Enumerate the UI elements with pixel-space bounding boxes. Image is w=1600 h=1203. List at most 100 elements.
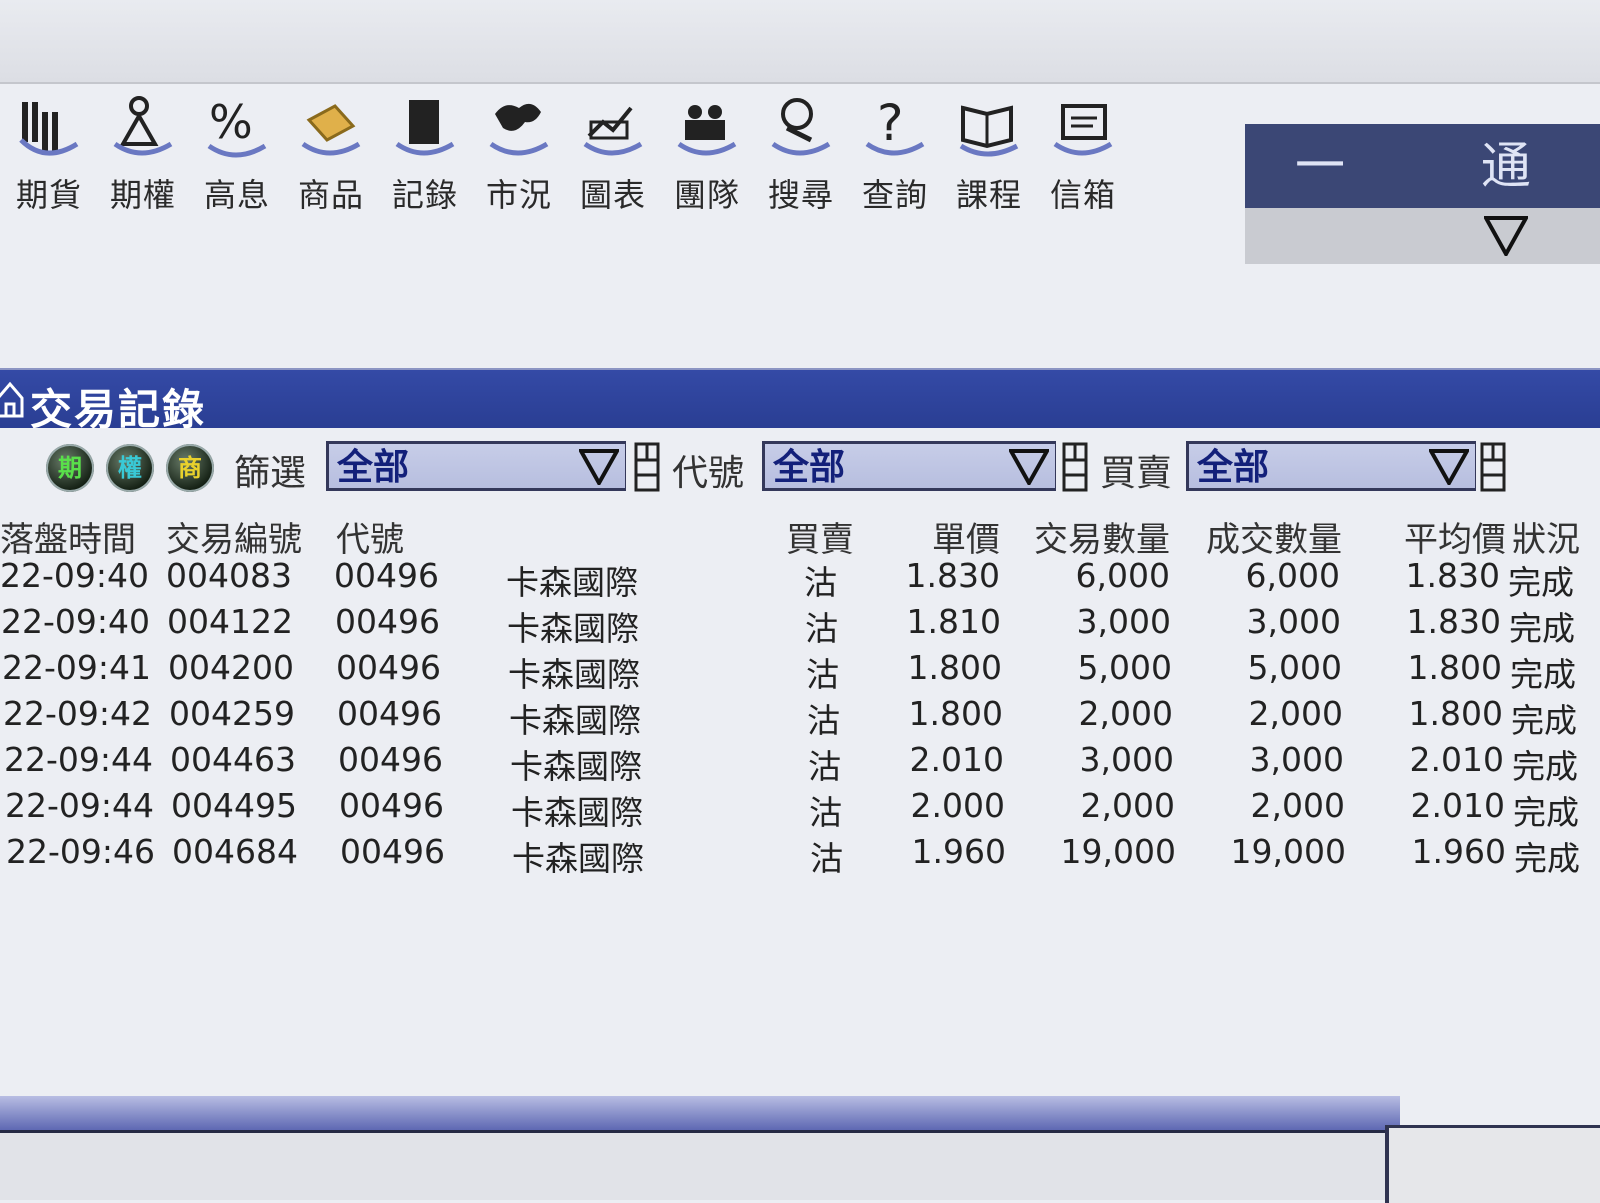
table-row[interactable]: 22-09:42 004259 00496 卡森國際 沽 1.800 2,000 2,000 1… [0,694,1600,740]
side-options-icon[interactable] [1480,442,1506,492]
code-select[interactable]: 全部 [762,441,1056,491]
chart-icon [583,106,643,156]
toolbar-button-label: 市況 [485,176,552,214]
window-top-strip [0,0,1600,84]
options-icon [113,96,173,156]
cell-name: 卡森國際 [507,609,639,648]
cell-status: 完成 [1509,609,1575,648]
query-icon: ? [865,94,925,156]
header-side[interactable]: 買賣 [786,512,854,561]
header-time[interactable]: 落盤時間 [0,512,136,561]
bottom-panel [0,1133,1600,1200]
cell-avg: 1.830 [1406,602,1501,641]
header-qty[interactable]: 交易數量 [1034,512,1170,561]
cell-price: 1.810 [906,602,1001,641]
cell-side: 沽 [806,655,839,694]
options-filter-button[interactable]: 權 [106,444,154,492]
cell-name: 卡森國際 [509,701,641,740]
dropdown-arrow-icon[interactable] [1484,216,1528,256]
mailbox-icon [1053,104,1113,156]
svg-text:%: % [209,95,253,149]
cell-side: 沽 [804,563,837,602]
toolbar-button-futures[interactable]: 期貨 [4,92,94,222]
toolbar-button-records[interactable]: 記錄 [380,92,470,222]
cell-qty: 3,000 [1079,740,1174,779]
table-row[interactable]: 22-09:44 004495 00496 卡森國際 沽 2.000 2,000 2,000 2… [0,786,1600,832]
toolbar-button-mailbox[interactable]: 信箱 [1038,92,1128,222]
header-status[interactable]: 狀況 [1512,512,1580,561]
records-icon [395,100,455,156]
filter-options-icon[interactable] [634,442,660,492]
toolbar-button-label: 期貨 [15,176,82,214]
bottom-right-panel [1385,1125,1600,1203]
table-row[interactable]: 22-09:40 004083 00496 卡森國際 沽 1.830 6,000 6,000 1… [0,556,1600,602]
cell-name: 卡森國際 [508,655,640,694]
filter-select[interactable]: 全部 [326,441,626,491]
toolbar-button-team[interactable]: 團隊 [662,92,752,222]
cell-avg: 1.960 [1411,832,1506,871]
table-row[interactable]: 22-09:40 004122 00496 卡森國際 沽 1.810 3,000 3,000 1… [0,602,1600,648]
toolbar-button-high-yield[interactable]: % 高息 [192,92,282,222]
cell-time: 22-09:40 [0,556,149,595]
toolbar-button-label: 信箱 [1049,176,1116,214]
cell-filled: 5,000 [1247,648,1342,687]
cell-status: 完成 [1510,655,1576,694]
side-select[interactable]: 全部 [1186,441,1476,491]
cell-status: 完成 [1513,793,1579,832]
header-filled[interactable]: 成交數量 [1206,512,1342,561]
code-options-icon[interactable] [1062,442,1088,492]
cell-trade-no: 004083 [166,556,292,595]
main-toolbar: 期貨 期權% 高息 商品 記錄 市況 圖表 團隊 搜尋? 查詢 課程 信箱 [0,92,1180,232]
section-title: 交易記錄 [30,385,207,434]
toolbar-button-query[interactable]: ? 查詢 [850,92,940,222]
toolbar-button-chart[interactable]: 圖表 [568,92,658,222]
table-row[interactable]: 22-09:41 004200 00496 卡森國際 沽 1.800 5,000 5,000 1… [0,648,1600,694]
cell-status: 完成 [1508,563,1574,602]
toolbar-button-commodity[interactable]: 商品 [286,92,376,222]
table-row[interactable]: 22-09:46 004684 00496 卡森國際 沽 1.960 19,000 19,00… [0,832,1600,878]
toolbar-button-market[interactable]: 市況 [474,92,564,222]
cell-code: 00496 [337,694,442,733]
cell-time: 22-09:42 [3,694,152,733]
search-icon [771,98,831,156]
cell-qty: 5,000 [1077,648,1172,687]
code-select-value: 全部 [773,447,846,488]
cell-status: 完成 [1514,839,1580,878]
cell-code: 00496 [339,786,444,825]
cell-qty: 6,000 [1075,556,1170,595]
cell-time: 22-09:41 [2,648,151,687]
cell-time: 22-09:40 [1,602,150,641]
home-icon[interactable] [0,380,24,420]
cell-name: 卡森國際 [510,747,642,786]
commodity-filter-button[interactable]: 商 [166,444,214,492]
toolbar-button-course[interactable]: 課程 [944,92,1034,222]
cell-trade-no: 004463 [170,740,296,779]
cell-price: 1.800 [908,694,1003,733]
toolbar-button-label: 團隊 [673,176,740,214]
toolbar-button-search[interactable]: 搜尋 [756,92,846,222]
futures-filter-button[interactable]: 期 [46,444,94,492]
filter-label: 篩選 [234,453,307,494]
cell-name: 卡森國際 [506,563,638,602]
cell-name: 卡森國際 [511,793,643,832]
chevron-down-icon [1009,449,1049,485]
cell-status: 完成 [1511,701,1577,740]
toolbar-button-options[interactable]: 期權 [98,92,188,222]
cell-code: 00496 [338,740,443,779]
commodity-icon [301,104,361,156]
header-code[interactable]: 代號 [336,512,404,561]
header-avg[interactable]: 平均價 [1404,512,1506,561]
bottom-divider [0,1096,1400,1133]
cell-trade-no: 004495 [171,786,297,825]
high-yield-icon: % [207,95,267,158]
cell-time: 22-09:44 [5,786,154,825]
cell-filled: 3,000 [1246,602,1341,641]
table-row[interactable]: 22-09:44 004463 00496 卡森國際 沽 2.010 3,000 3,000 2… [0,740,1600,786]
cell-trade-no: 004684 [172,832,298,871]
cell-side: 沽 [805,609,838,648]
header-price[interactable]: 單價 [932,512,1000,561]
cell-price: 1.830 [905,556,1000,595]
cell-filled: 2,000 [1250,786,1345,825]
ranking-banner[interactable]: 一 通 排 名 [1245,124,1600,264]
header-trade-no[interactable]: 交易編號 [166,512,302,561]
